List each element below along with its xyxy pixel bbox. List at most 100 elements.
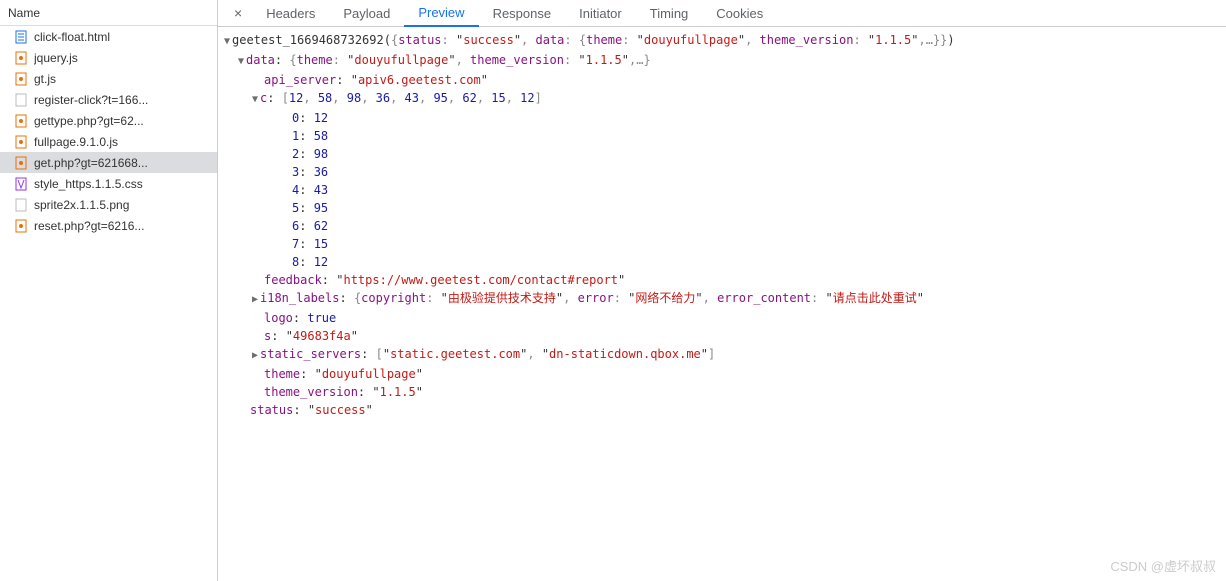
array-value: 36 <box>314 165 328 179</box>
array-value: 15 <box>314 237 328 251</box>
array-value: 12 <box>314 111 328 125</box>
val-status: success <box>315 403 366 417</box>
expand-icon[interactable] <box>236 53 246 71</box>
key-theme-version: theme_version <box>760 33 854 47</box>
file-item[interactable]: fullpage.9.1.0.js <box>0 131 217 152</box>
c-array-item: 4: 43 <box>222 181 1226 199</box>
file-name: gt.js <box>34 72 56 86</box>
key-logo: logo <box>264 311 293 325</box>
key-copyright: copyright <box>361 291 426 305</box>
close-icon[interactable]: × <box>224 5 252 21</box>
blank-icon <box>14 198 28 212</box>
js-icon <box>14 219 28 233</box>
js-icon <box>14 156 28 170</box>
file-name: click-float.html <box>34 30 110 44</box>
val-static-0: static.geetest.com <box>390 347 520 361</box>
main-panel: × HeadersPayloadPreviewResponseInitiator… <box>218 0 1226 581</box>
key-theme-version: theme_version <box>264 385 358 399</box>
network-file-sidebar: Name click-float.html jquery.js gt.js regis… <box>0 0 218 581</box>
js-icon <box>14 51 28 65</box>
file-item[interactable]: sprite2x.1.1.5.png <box>0 194 217 215</box>
val-theme-version: 1.1.5 <box>380 385 416 399</box>
val-theme-version: 1.1.5 <box>586 53 622 67</box>
tab-cookies[interactable]: Cookies <box>702 0 777 27</box>
js-icon <box>14 72 28 86</box>
key-error-content: error_content <box>717 291 811 305</box>
expand-icon[interactable] <box>250 291 260 309</box>
array-value: 12 <box>314 255 328 269</box>
js-icon <box>14 135 28 149</box>
ellipsis: ,… <box>918 33 932 47</box>
tab-timing[interactable]: Timing <box>636 0 703 27</box>
c-array-item: 5: 95 <box>222 199 1226 217</box>
file-item[interactable]: gt.js <box>0 68 217 89</box>
callback-name: geetest_1669468732692 <box>232 33 384 47</box>
val-error-content: 请点击此处重试 <box>833 291 917 305</box>
val-s: 49683f4a <box>293 329 351 343</box>
file-item[interactable]: get.php?gt=621668... <box>0 152 217 173</box>
val-theme: douyufullpage <box>644 33 738 47</box>
watermark: CSDN @虚坏叔叔 <box>1110 556 1216 575</box>
key-theme-version: theme_version <box>470 53 564 67</box>
sidebar-header[interactable]: Name <box>0 0 217 26</box>
array-value: 43 <box>314 183 328 197</box>
expand-icon[interactable] <box>250 347 260 365</box>
val-theme-version: 1.1.5 <box>875 33 911 47</box>
tab-response[interactable]: Response <box>479 0 566 27</box>
file-name: reset.php?gt=6216... <box>34 219 144 233</box>
val-theme: douyufullpage <box>322 367 416 381</box>
val-status: success <box>463 33 514 47</box>
file-item[interactable]: reset.php?gt=6216... <box>0 215 217 236</box>
file-item[interactable]: gettype.php?gt=62... <box>0 110 217 131</box>
css-icon <box>14 177 28 191</box>
tab-payload[interactable]: Payload <box>329 0 404 27</box>
tab-headers[interactable]: Headers <box>252 0 329 27</box>
ellipsis: ,… <box>629 53 643 67</box>
val-copyright: 由极验提供技术支持 <box>448 291 556 305</box>
preview-content[interactable]: geetest_1669468732692({status: "success"… <box>218 27 1226 581</box>
c-array-item: 2: 98 <box>222 145 1226 163</box>
key-feedback: feedback <box>264 273 322 287</box>
file-name: fullpage.9.1.0.js <box>34 135 118 149</box>
doc-blue-icon <box>14 30 28 44</box>
file-item[interactable]: click-float.html <box>0 26 217 47</box>
key-data: data <box>536 33 565 47</box>
key-theme: theme <box>297 53 333 67</box>
file-list: click-float.html jquery.js gt.js register-c… <box>0 26 217 236</box>
c-array-item: 8: 12 <box>222 253 1226 271</box>
c-array-item: 3: 36 <box>222 163 1226 181</box>
c-array-item: 0: 12 <box>222 109 1226 127</box>
key-static-servers: static_servers <box>260 347 361 361</box>
val-logo: true <box>307 311 336 325</box>
c-array-item: 1: 58 <box>222 127 1226 145</box>
val-feedback: https://www.geetest.com/contact#report <box>343 273 618 287</box>
key-error: error <box>578 291 614 305</box>
key-api-server: api_server <box>264 73 336 87</box>
expand-icon[interactable] <box>222 33 232 51</box>
detail-tabs: × HeadersPayloadPreviewResponseInitiator… <box>218 0 1226 27</box>
expand-icon[interactable] <box>250 91 260 109</box>
tab-initiator[interactable]: Initiator <box>565 0 636 27</box>
array-value: 58 <box>314 129 328 143</box>
key-data: data <box>246 53 275 67</box>
blank-icon <box>14 93 28 107</box>
key-status: status <box>398 33 441 47</box>
c-array-item: 7: 15 <box>222 235 1226 253</box>
key-theme: theme <box>586 33 622 47</box>
key-theme: theme <box>264 367 300 381</box>
key-i18n: i18n_labels <box>260 291 339 305</box>
js-icon <box>14 114 28 128</box>
array-value: 98 <box>314 147 328 161</box>
file-name: style_https.1.1.5.css <box>34 177 143 191</box>
val-api-server: apiv6.geetest.com <box>358 73 481 87</box>
file-name: sprite2x.1.1.5.png <box>34 198 129 212</box>
val-error: 网络不给力 <box>635 291 695 305</box>
file-item[interactable]: style_https.1.1.5.css <box>0 173 217 194</box>
array-value: 62 <box>314 219 328 233</box>
file-item[interactable]: jquery.js <box>0 47 217 68</box>
tab-preview[interactable]: Preview <box>404 0 478 27</box>
file-name: get.php?gt=621668... <box>34 156 148 170</box>
array-value: 95 <box>314 201 328 215</box>
file-item[interactable]: register-click?t=166... <box>0 89 217 110</box>
file-name: register-click?t=166... <box>34 93 148 107</box>
